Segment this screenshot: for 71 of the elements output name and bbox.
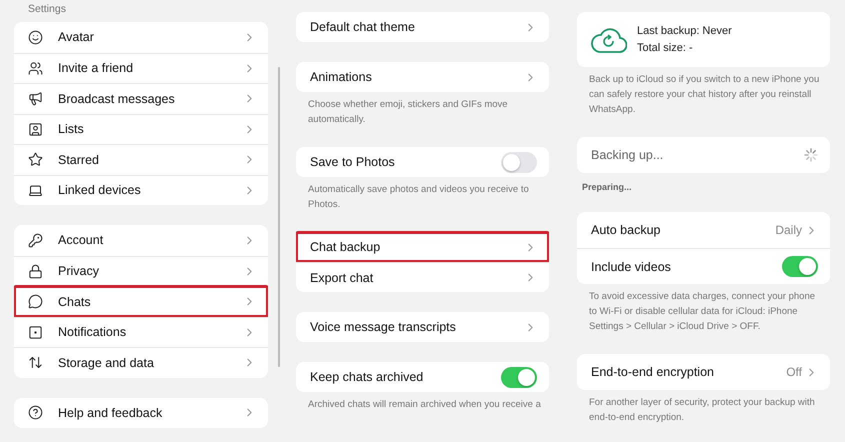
row-label: Privacy: [58, 264, 100, 278]
caption-text: Choose whether emoji, stickers and GIFs move automatically.: [307, 98, 509, 127]
row-label: Lists: [58, 122, 85, 136]
toggle-switch[interactable]: [501, 152, 537, 172]
row-label: Starred: [58, 152, 100, 167]
settings-row[interactable]: Lists: [14, 114, 268, 144]
contact-card-icon: [28, 122, 43, 137]
caption-text: For another layer of security, protect your backup with end-to-end encryption.: [588, 396, 816, 425]
toggle-switch[interactable]: [782, 256, 818, 277]
people-icon: [28, 60, 43, 76]
row-label: Avatar: [58, 30, 95, 44]
row-label: Keep chats archived: [310, 370, 424, 384]
caption-text: Automatically save photos and videos you receive to Photos.: [307, 183, 530, 212]
settings-heading: Settings: [27, 2, 67, 17]
row-label: Notifications: [58, 325, 128, 340]
backup-info-text: Total size: -: [637, 42, 694, 54]
row-label: Invite a friend: [58, 61, 134, 76]
settings-row[interactable]: Chat backup: [296, 232, 549, 262]
row-label: Linked devices: [58, 183, 142, 198]
backup-info-text: Last backup: Never: [637, 25, 732, 37]
scrollbar[interactable]: [278, 67, 280, 367]
laptop-icon: [28, 182, 43, 198]
avatar-face-icon: [28, 30, 43, 45]
lock-icon: [28, 264, 43, 279]
settings-row[interactable]: Help and feedback: [14, 398, 268, 428]
row-label: Storage and data: [58, 356, 155, 370]
settings-row[interactable]: Avatar: [14, 22, 268, 52]
row-label: Default chat theme: [310, 20, 416, 34]
row-label: Chats: [58, 294, 92, 309]
row-label: Backing up...: [591, 148, 664, 162]
settings-row[interactable]: Privacy: [14, 256, 268, 286]
settings-row[interactable]: Account: [14, 225, 268, 256]
row-label: Animations: [310, 70, 373, 84]
megaphone-icon: [28, 91, 43, 106]
settings-row[interactable]: Starred: [14, 144, 268, 174]
settings-row[interactable]: End-to-end encryption Off: [577, 354, 830, 390]
row-label: Export chat: [310, 270, 374, 284]
settings-row[interactable]: Chats: [14, 286, 268, 316]
settings-row[interactable]: Animations: [296, 62, 549, 92]
row-value: Daily: [775, 223, 802, 237]
cloud-sync-icon: [591, 26, 627, 54]
settings-row[interactable]: Default chat theme: [296, 12, 549, 42]
status-note: Preparing...: [581, 181, 633, 192]
caption-text: To avoid excessive data charges, connect your phone to Wi-Fi or disable cellular data for iCloud: iPhone Settings > Cellular > iCloud Drive > OFF.: [588, 290, 816, 334]
caption-text: Back up to iCloud so if you switch to a new iPhone you can safely restore your chat history after you reinstall WhatsApp.: [588, 73, 820, 117]
row-label: Auto backup: [591, 223, 662, 237]
row-label: Account: [58, 233, 104, 248]
settings-row[interactable]: Storage and data: [14, 347, 268, 378]
settings-row[interactable]: Notifications: [14, 316, 268, 347]
speech-bubble-icon: [28, 294, 43, 310]
row-label: Help and feedback: [58, 406, 164, 420]
row-value: Off: [786, 365, 802, 379]
row-label: Save to Photos: [310, 155, 396, 169]
settings-row[interactable]: Broadcast messages: [14, 83, 268, 114]
help-icon: [28, 405, 43, 420]
spinner-icon: [804, 148, 818, 162]
caption-text: Archived chats will remain archived when you receive a: [307, 398, 542, 412]
row-label: Broadcast messages: [58, 92, 176, 106]
settings-row[interactable]: Export chat: [296, 262, 549, 292]
settings-row[interactable]: Linked devices: [14, 174, 268, 205]
settings-row[interactable]: Auto backup Daily: [577, 212, 830, 248]
row-label: Chat backup: [310, 240, 382, 254]
row-label: Include videos: [591, 260, 672, 274]
row-label: End-to-end encryption: [591, 365, 715, 379]
key-icon: [28, 232, 43, 248]
settings-row[interactable]: Invite a friend: [14, 52, 268, 83]
settings-row[interactable]: Voice message transcripts: [296, 312, 549, 342]
toggle-switch[interactable]: [501, 366, 537, 388]
row-label: Voice message transcripts: [310, 320, 457, 334]
star-icon: [28, 152, 43, 168]
up-down-arrows-icon: [28, 355, 43, 370]
